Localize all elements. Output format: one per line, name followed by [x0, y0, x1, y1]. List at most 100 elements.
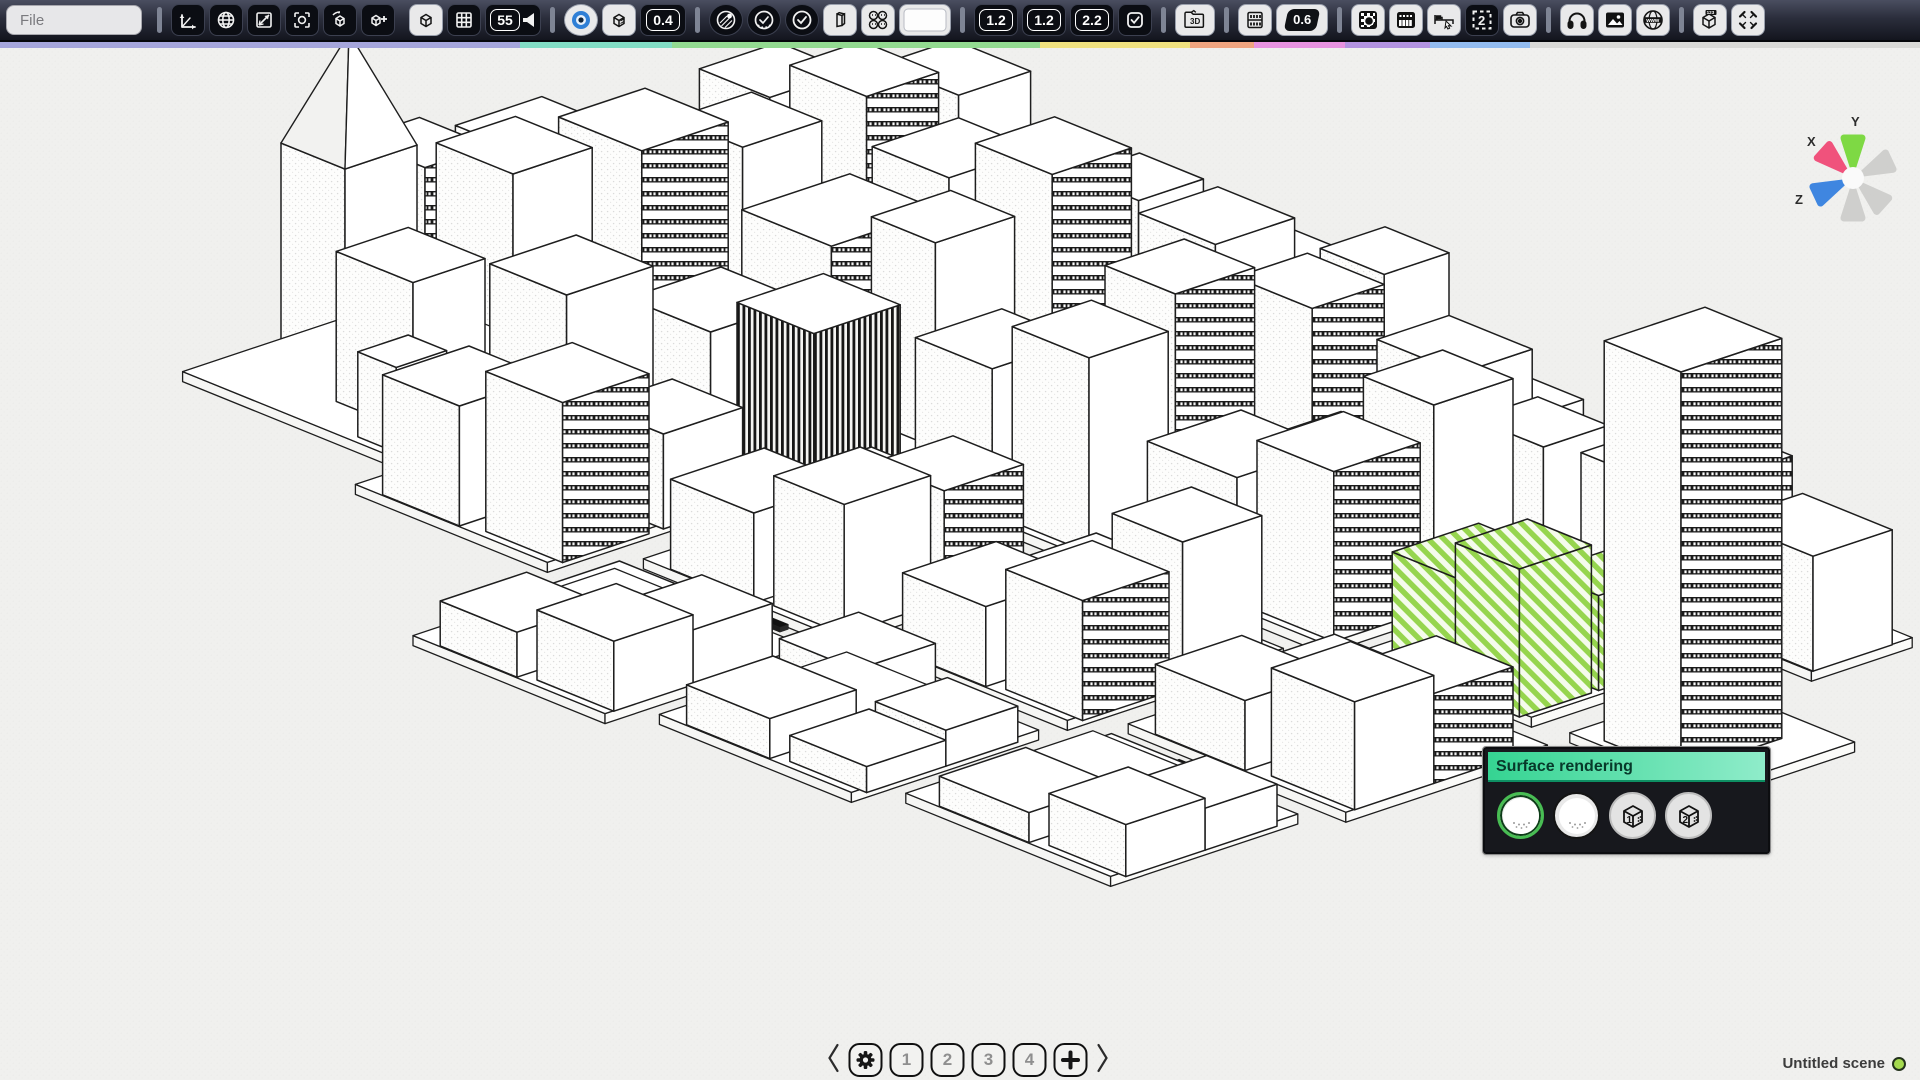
audio-button[interactable]	[1560, 4, 1594, 36]
axes-tool-button[interactable]	[171, 4, 205, 36]
opacity-tag: 0.6	[1284, 9, 1321, 31]
axis-gizmo[interactable]: Y X Z	[1787, 108, 1919, 240]
gizmo-z-axis[interactable]	[1813, 175, 1846, 203]
rotate-cube-button[interactable]	[323, 4, 357, 36]
gizmo-z-label: Z	[1795, 192, 1803, 207]
smooth-sphere-icon	[1502, 797, 1540, 835]
cube-1-label: 1	[1626, 815, 1632, 826]
numbered-cube-icon: 123	[1697, 8, 1723, 32]
building[interactable]	[486, 343, 649, 563]
viewfinder-icon	[291, 9, 313, 31]
surface-panel-title: Surface rendering	[1488, 752, 1765, 782]
fullscreen-button[interactable]	[1731, 4, 1765, 36]
fullscreen-icon	[1736, 8, 1760, 32]
status-dot	[1892, 1057, 1906, 1071]
orbit-globe-button[interactable]	[209, 4, 243, 36]
circle-check-icon	[790, 8, 814, 32]
main-toolbar: File 55 0.4	[0, 0, 1920, 42]
offset-value-field[interactable]: 0.4	[640, 4, 686, 36]
material-spheres-button[interactable]	[861, 4, 895, 36]
shading-smooth-check-button[interactable]	[785, 4, 819, 36]
fov-value: 55	[490, 9, 520, 31]
image-icon	[1603, 8, 1627, 32]
line-weight-b-field[interactable]: 1.2	[1022, 4, 1066, 36]
camera-button[interactable]	[1503, 4, 1537, 36]
nav-add-page-button[interactable]	[1054, 1043, 1088, 1077]
wedge-icon	[829, 9, 851, 31]
blank-swatch-icon	[903, 8, 947, 32]
cube-123-label: 123	[1707, 10, 1715, 15]
building-windows-icon	[1244, 9, 1266, 31]
move-cube-button[interactable]	[361, 4, 395, 36]
surface-mode-smooth-sphere-button[interactable]	[1497, 792, 1544, 839]
nav-page-4-button[interactable]: 4	[1013, 1043, 1047, 1077]
sequencer-icon	[1394, 8, 1418, 32]
building[interactable]	[1271, 642, 1433, 810]
nav-prev-button[interactable]	[826, 1042, 842, 1077]
toolbar-divider	[1546, 7, 1551, 33]
gear-icon	[855, 1049, 877, 1071]
viewport[interactable]: Y X Z Surface rendering 1 2	[0, 48, 1920, 1080]
nav-page-3-button[interactable]: 3	[972, 1043, 1006, 1077]
dither-pattern-button[interactable]	[1351, 4, 1385, 36]
sequencer-button[interactable]	[1389, 4, 1423, 36]
line-weight-c-value: 2.2	[1075, 9, 1108, 31]
frame-2-button[interactable]: 2	[1465, 4, 1499, 36]
checkbox-checked-icon	[1124, 9, 1146, 31]
folder-3d-icon: 3D	[1182, 8, 1208, 32]
image-button[interactable]	[1598, 4, 1632, 36]
diagonal-arrow-icon	[253, 9, 275, 31]
opacity-value: 0.6	[1293, 12, 1311, 27]
grid-button[interactable]	[447, 4, 481, 36]
outline-checkbox[interactable]	[1118, 4, 1152, 36]
surface-rendering-panel: Surface rendering 1 2	[1483, 747, 1770, 854]
toolbar-divider	[157, 7, 162, 33]
cube-icon	[415, 9, 437, 31]
chevron-left-icon	[827, 1042, 841, 1074]
blank-swatch-button[interactable]	[899, 4, 951, 36]
gizmo-neg-z-axis[interactable]	[1860, 153, 1893, 181]
surface-mode-cube1-button[interactable]: 1	[1609, 792, 1656, 839]
frame-view-button[interactable]	[285, 4, 319, 36]
shading-dotted-check-button[interactable]	[747, 4, 781, 36]
line-weight-a-field[interactable]: 1.2	[974, 4, 1018, 36]
focus-target-button[interactable]	[564, 4, 598, 36]
www-globe-icon: www	[1641, 8, 1665, 32]
building[interactable]	[1604, 307, 1782, 772]
line-weight-c-field[interactable]: 2.2	[1070, 4, 1114, 36]
plus-icon	[1061, 1050, 1081, 1070]
surface-mode-cube2-button[interactable]: 2	[1665, 792, 1712, 839]
line-weight-b-value: 1.2	[1027, 9, 1060, 31]
file-menu-label: File	[20, 12, 44, 29]
fov-button[interactable]: 55	[485, 4, 541, 36]
section-cube-button[interactable]	[602, 4, 636, 36]
gizmo-neg-y-axis[interactable]	[1844, 190, 1862, 218]
wedge-tool-button[interactable]	[823, 4, 857, 36]
folder-3d-button[interactable]: 3D	[1175, 4, 1215, 36]
scene-canvas[interactable]	[0, 48, 1920, 1080]
grid-icon	[453, 9, 475, 31]
nav-page-2-label: 2	[943, 1050, 952, 1070]
nav-page-2-button[interactable]: 2	[931, 1043, 965, 1077]
target-icon	[569, 8, 593, 32]
file-menu-button[interactable]: File	[6, 5, 142, 35]
opacity-tag-button[interactable]: 0.6	[1276, 4, 1328, 36]
nav-next-button[interactable]	[1095, 1042, 1111, 1077]
pan-diagonal-button[interactable]	[247, 4, 281, 36]
status-bar: Untitled scene	[1782, 1055, 1906, 1072]
toolbar-divider	[1337, 7, 1342, 33]
facade-windows-button[interactable]	[1238, 4, 1272, 36]
nav-page-1-button[interactable]: 1	[890, 1043, 924, 1077]
headphones-icon	[1565, 8, 1589, 32]
surface-mode-sphere-button[interactable]	[1553, 792, 1600, 839]
sphere-icon	[1558, 797, 1596, 835]
camera-icon	[1508, 8, 1532, 32]
web-button[interactable]: www	[1636, 4, 1670, 36]
cube-123-button[interactable]: 123	[1693, 4, 1727, 36]
building[interactable]	[1006, 541, 1169, 721]
gizmo-y-axis[interactable]	[1844, 138, 1862, 166]
nav-settings-button[interactable]	[849, 1043, 883, 1077]
wireframe-cube-button[interactable]	[409, 4, 443, 36]
furniture-tool-button[interactable]	[1427, 4, 1461, 36]
material-sphere-button[interactable]	[709, 4, 743, 36]
